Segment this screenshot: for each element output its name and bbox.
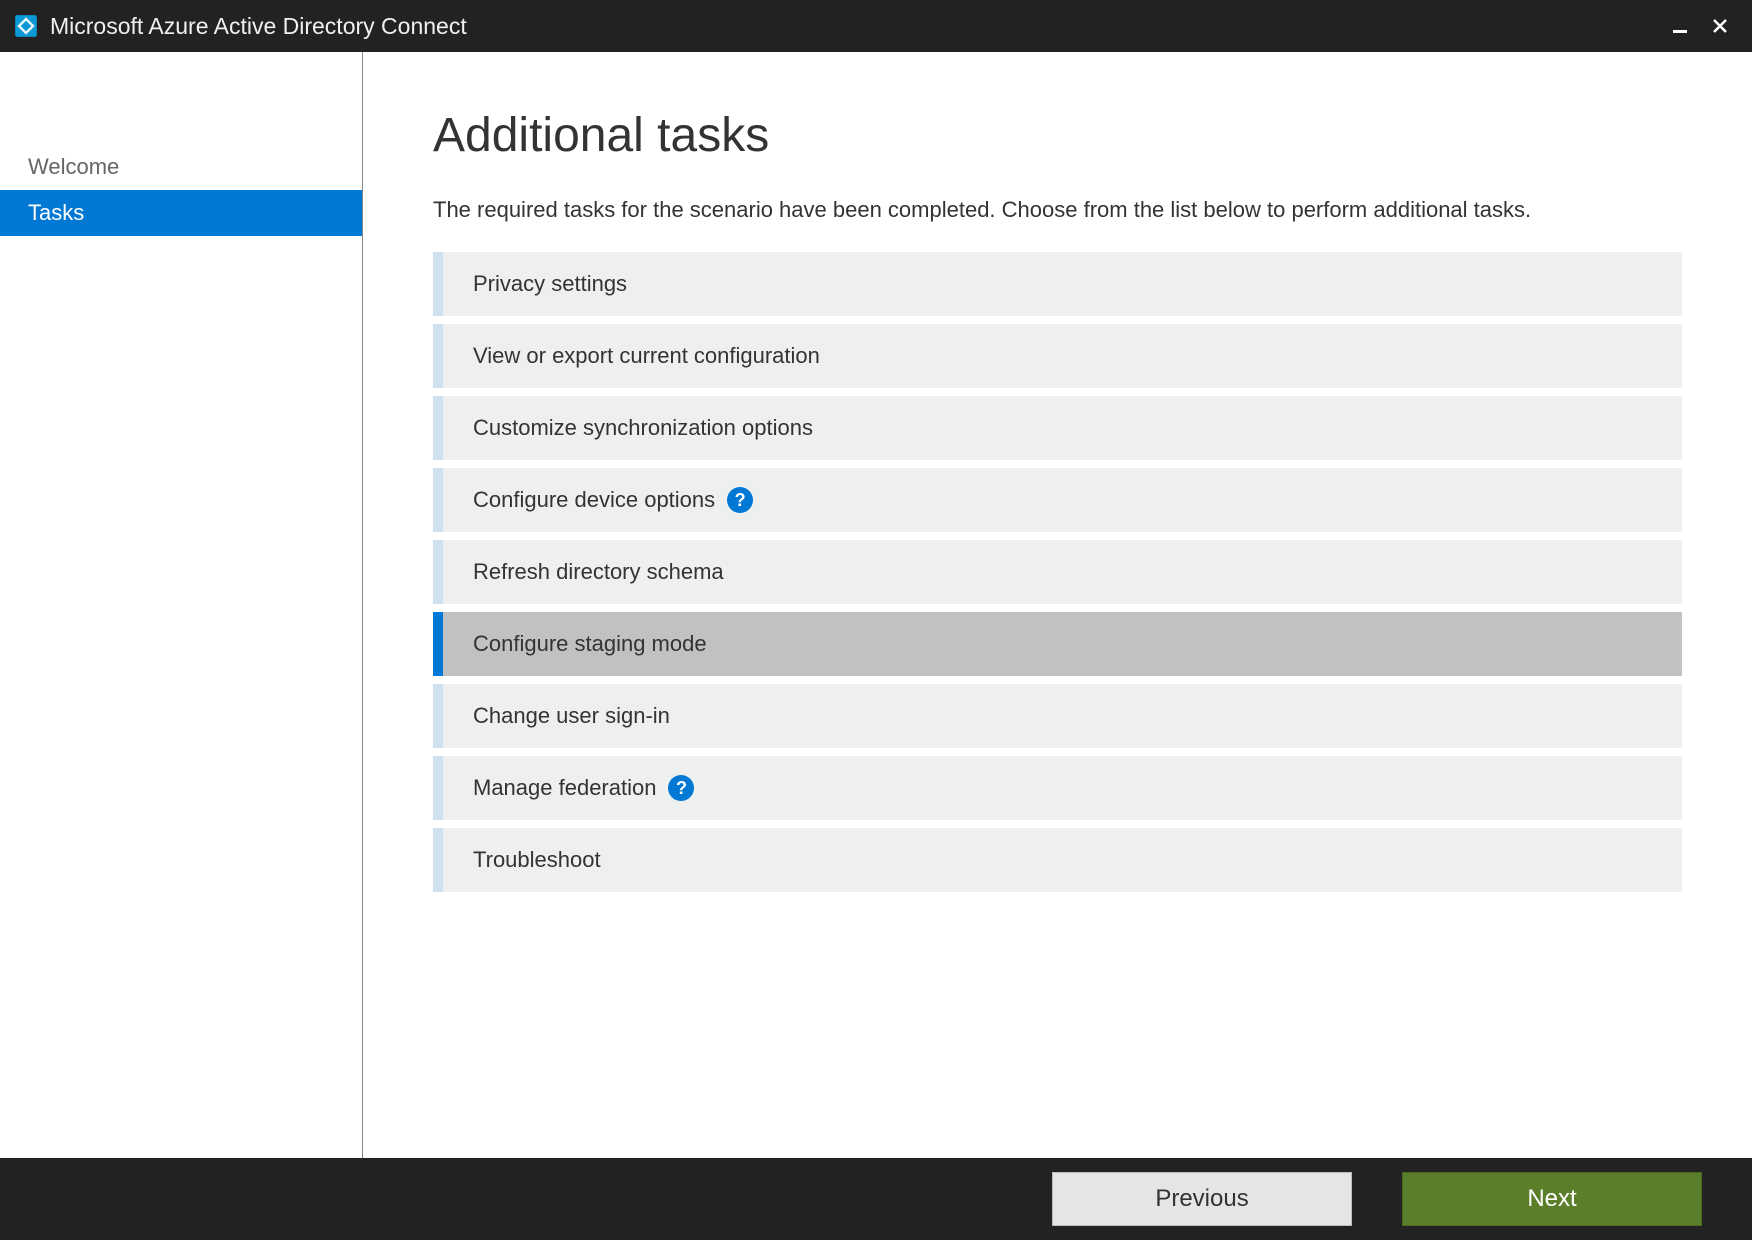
- window-title: Microsoft Azure Active Directory Connect: [50, 13, 467, 40]
- task-label: Troubleshoot: [473, 847, 601, 873]
- task-configure-device-options[interactable]: Configure device options ?: [433, 468, 1682, 532]
- task-label: Change user sign-in: [473, 703, 670, 729]
- next-button[interactable]: Next: [1402, 1172, 1702, 1226]
- task-customize-sync-options[interactable]: Customize synchronization options: [433, 396, 1682, 460]
- task-view-export-config[interactable]: View or export current configuration: [433, 324, 1682, 388]
- help-icon[interactable]: ?: [727, 487, 753, 513]
- main-content: Additional tasks The required tasks for …: [363, 52, 1752, 1158]
- task-label: Manage federation: [473, 775, 656, 801]
- minimize-button[interactable]: [1660, 6, 1700, 46]
- task-accent: [433, 828, 443, 892]
- page-description: The required tasks for the scenario have…: [433, 193, 1682, 226]
- sidebar: Welcome Tasks: [0, 52, 363, 1158]
- footer: Previous Next: [0, 1158, 1752, 1240]
- task-label: Configure staging mode: [473, 631, 707, 657]
- task-label: Privacy settings: [473, 271, 627, 297]
- task-accent: [433, 540, 443, 604]
- task-accent: [433, 612, 443, 676]
- task-configure-staging-mode[interactable]: Configure staging mode: [433, 612, 1682, 676]
- task-accent: [433, 468, 443, 532]
- close-button[interactable]: [1700, 6, 1740, 46]
- help-icon[interactable]: ?: [668, 775, 694, 801]
- sidebar-item-label: Welcome: [28, 154, 119, 179]
- task-troubleshoot[interactable]: Troubleshoot: [433, 828, 1682, 892]
- task-label: View or export current configuration: [473, 343, 820, 369]
- task-accent: [433, 252, 443, 316]
- task-accent: [433, 396, 443, 460]
- task-accent: [433, 324, 443, 388]
- task-privacy-settings[interactable]: Privacy settings: [433, 252, 1682, 316]
- azure-logo-icon: [12, 12, 40, 40]
- task-change-user-sign-in[interactable]: Change user sign-in: [433, 684, 1682, 748]
- task-label: Configure device options: [473, 487, 715, 513]
- task-refresh-directory-schema[interactable]: Refresh directory schema: [433, 540, 1682, 604]
- task-accent: [433, 684, 443, 748]
- sidebar-item-tasks[interactable]: Tasks: [0, 190, 362, 236]
- sidebar-item-welcome[interactable]: Welcome: [0, 144, 362, 190]
- page-title: Additional tasks: [433, 108, 1682, 163]
- titlebar: Microsoft Azure Active Directory Connect: [0, 0, 1752, 52]
- task-label: Customize synchronization options: [473, 415, 813, 441]
- previous-button[interactable]: Previous: [1052, 1172, 1352, 1226]
- task-accent: [433, 756, 443, 820]
- task-list: Privacy settings View or export current …: [433, 252, 1682, 892]
- task-label: Refresh directory schema: [473, 559, 724, 585]
- sidebar-item-label: Tasks: [28, 200, 84, 225]
- task-manage-federation[interactable]: Manage federation ?: [433, 756, 1682, 820]
